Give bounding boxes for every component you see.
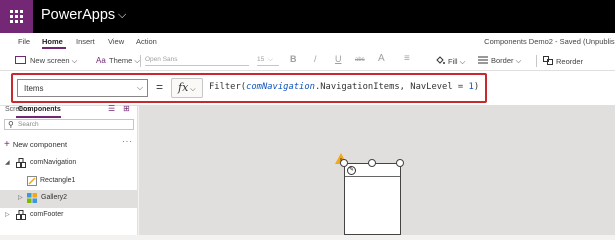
menu-bar: File Home Insert View Action Components … [0,33,615,50]
new-screen-label: New screen ⌵ [30,56,78,65]
reorder-label: Reorder [556,57,584,66]
search-placeholder: Search [18,121,39,128]
italic-button[interactable]: / [314,54,317,64]
ribbon-separator [536,55,537,67]
font-size-value: 15 [257,56,265,63]
reorder-button[interactable]: Reorder [543,56,583,66]
title-bar: PowerApps ⌵ [0,0,615,33]
menu-insert[interactable]: Insert [76,37,95,46]
tree-item-gallery2[interactable]: ▷ Gallery2 [0,190,137,208]
theme-label: Theme ⌵ [109,56,141,65]
font-family-value: Open Sans [145,56,178,63]
collapsed-triangle-icon[interactable]: ▷ [18,194,23,201]
formula-bar: Items ⌵ = fx ⌵ Filter(comNavigation.Navig… [0,71,615,106]
more-options-icon[interactable]: ··· [122,137,133,146]
app-title: PowerApps [41,7,116,23]
bold-button[interactable]: B [290,54,297,64]
font-size-dropdown[interactable]: 15 ⌵ [257,56,279,66]
resize-handle[interactable] [368,159,376,167]
tree-item-rectangle1[interactable]: Rectangle1 [0,173,137,191]
new-screen-button[interactable]: New screen ⌵ [15,56,77,66]
fill-label: Fill ⌵ [448,57,466,66]
font-family-dropdown[interactable]: Open Sans [145,56,249,66]
formula-highlight-box [11,73,487,103]
search-icon: ⚲ [8,120,14,129]
collapsed-triangle-icon[interactable]: ▷ [5,211,10,218]
font-size-chevron-icon: ⌵ [268,56,273,63]
grid-view-icon[interactable]: ⊞ [123,104,130,113]
expanded-triangle-icon[interactable]: ◢ [5,159,10,166]
tree-item-label: comNavigation [30,159,77,166]
active-menu-underline [42,47,66,49]
search-input[interactable]: ⚲ Search [4,119,134,130]
list-view-icon[interactable]: ☰ [108,104,115,113]
tree-item-label: Rectangle1 [40,177,76,184]
svg-text:Aa: Aa [96,56,106,64]
new-component-button[interactable]: + New component [4,139,67,150]
tree-item-label: comFooter [30,211,64,218]
strikethrough-button[interactable]: abc [355,57,365,63]
app-menu-chevron-icon[interactable]: ⌵ [118,9,126,22]
underline-button[interactable]: U [335,54,342,64]
menu-home[interactable]: Home [42,37,63,46]
border-icon [478,56,488,64]
gallery-template-divider [345,176,400,177]
gallery-icon [27,193,37,203]
new-screen-icon [15,56,26,64]
align-button[interactable]: ≡ [404,53,410,64]
ribbon-toolbar: New screen ⌵ Aa Theme ⌵ Open Sans 15 ⌵ B … [0,50,615,71]
new-component-label: New component [12,140,68,149]
menu-view[interactable]: View [108,37,124,46]
document-title: Components Demo2 - Saved (Unpublishe [484,37,615,46]
fill-icon [436,56,445,64]
font-color-button[interactable]: A [378,53,385,64]
rectangle-icon [27,176,37,186]
border-button[interactable]: Border ⌵ [478,56,521,66]
plus-icon: + [4,139,10,150]
resize-handle[interactable] [396,159,404,167]
menu-file[interactable]: File [18,37,30,46]
component-icon [16,158,26,168]
fill-button[interactable]: Fill ⌵ [435,56,465,67]
tab-components[interactable]: Components [18,106,61,113]
theme-button[interactable]: Aa Theme ⌵ [96,56,140,66]
ribbon-separator [140,55,141,67]
edit-pencil-icon[interactable]: ✎ [347,166,356,175]
active-tab-underline [16,116,61,118]
tree-view-panel: Screens Components ☰ ⊞ ⚲ Search + New com… [0,104,138,235]
reorder-icon [543,56,553,65]
resize-handle[interactable] [340,159,348,167]
menu-action[interactable]: Action [136,37,157,46]
app-launcher-icon[interactable] [0,0,33,33]
tree-item-label: Gallery2 [41,194,68,201]
theme-icon: Aa [96,56,106,65]
tree-item-comfooter[interactable]: ▷ comFooter [0,207,137,225]
border-label: Border ⌵ [491,56,522,65]
component-icon [16,210,26,220]
tree-item-comnavigation[interactable]: ◢ comNavigation [0,155,137,173]
